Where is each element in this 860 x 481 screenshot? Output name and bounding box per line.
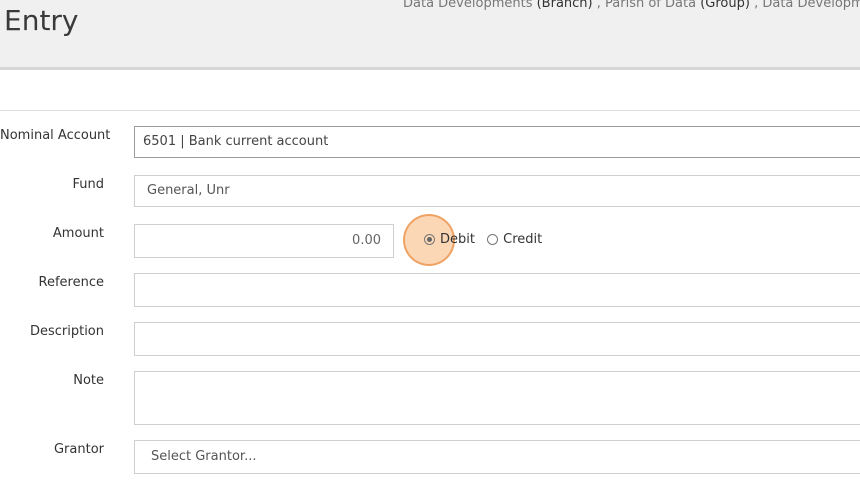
grantor-label: Grantor	[53, 442, 104, 457]
breadcrumb-branch[interactable]: Data Developments	[403, 0, 532, 11]
amount-label: Amount	[52, 226, 104, 241]
breadcrumb-separator: ,	[596, 0, 601, 11]
radio-selected-icon	[424, 234, 435, 245]
reference-label: Reference	[38, 275, 104, 290]
fund-label: Fund	[72, 177, 105, 192]
breadcrumb-separator: ,	[754, 0, 759, 11]
breadcrumb: Data Developments (Branch) , Parish of D…	[403, 0, 860, 11]
note-textarea[interactable]	[134, 371, 860, 425]
debit-radio[interactable]: Debit	[424, 232, 479, 247]
breadcrumb-third[interactable]: Data Development	[762, 0, 860, 11]
radio-empty-icon	[487, 234, 499, 245]
credit-radio[interactable]: Credit	[487, 232, 542, 247]
fund-field[interactable]: General, Unr	[134, 175, 860, 207]
amount-input[interactable]: 0.00	[134, 224, 394, 258]
note-label: Note	[73, 373, 104, 388]
page-header: Entry Data Developments (Branch) , Paris…	[0, 0, 860, 70]
breadcrumb-group-tag: (Group)	[700, 0, 750, 11]
description-input[interactable]	[134, 322, 860, 356]
reference-input[interactable]	[134, 273, 860, 307]
grantor-select[interactable]: Select Grantor...	[134, 440, 860, 474]
nominal-account-label: Nominal Account	[0, 128, 111, 143]
divider	[0, 110, 860, 111]
page-title: Entry	[4, 4, 79, 37]
description-label: Description	[29, 324, 104, 339]
breadcrumb-group[interactable]: Parish of Data	[605, 0, 696, 11]
nominal-account-field[interactable]: 6501 | Bank current account	[134, 126, 860, 158]
credit-label: Credit	[503, 232, 543, 247]
breadcrumb-branch-tag: (Branch)	[536, 0, 593, 11]
debit-label: Debit	[440, 232, 475, 247]
debit-credit-radio-group: Debit Credit	[424, 232, 542, 247]
